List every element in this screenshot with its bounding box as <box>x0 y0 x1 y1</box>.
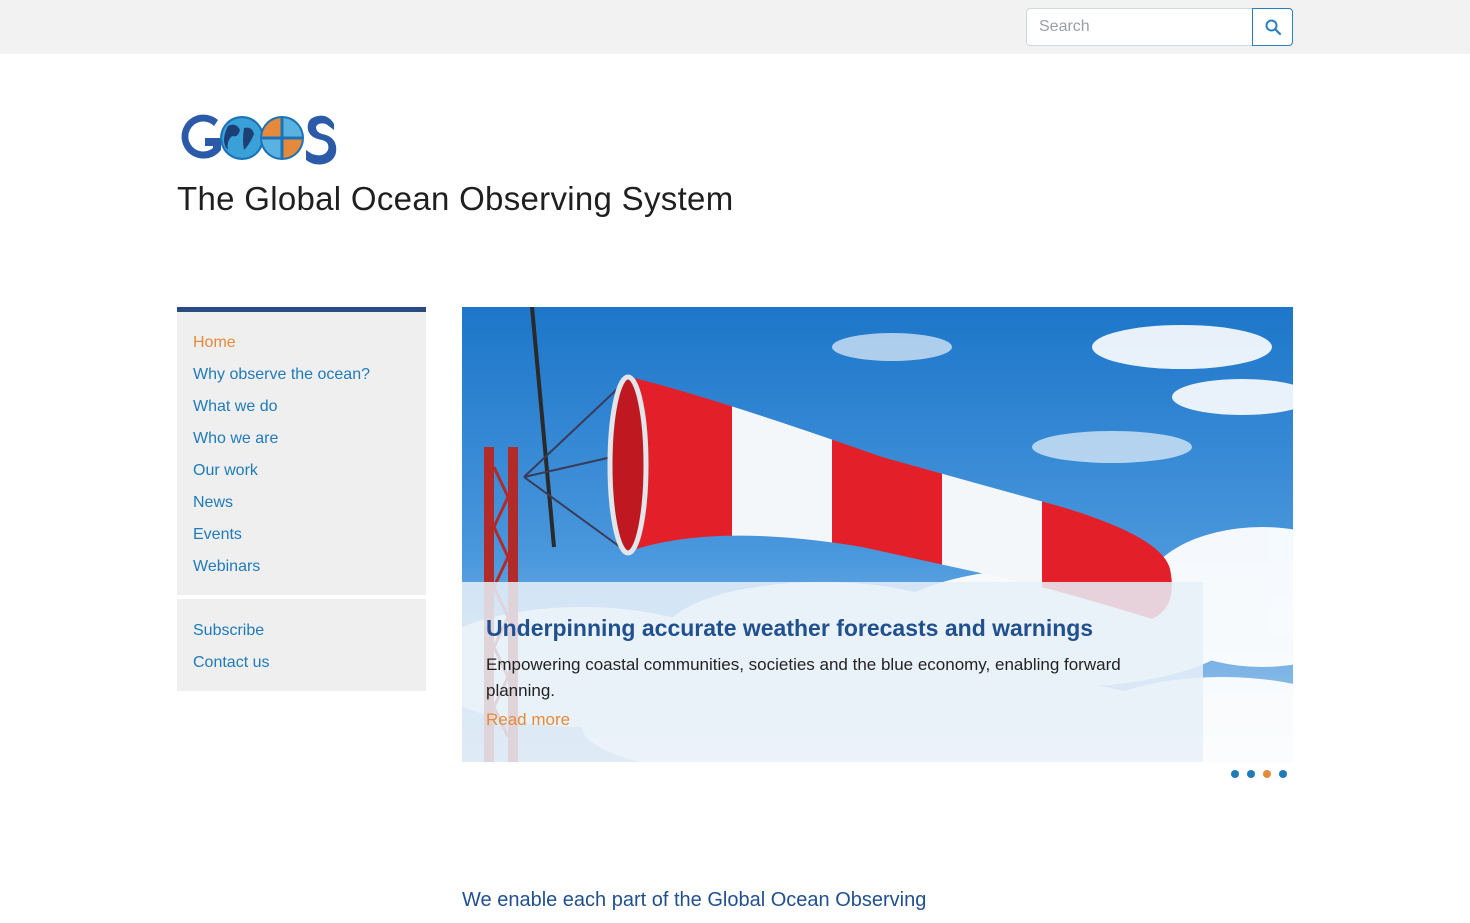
goos-logo[interactable] <box>178 106 338 170</box>
top-bar <box>0 0 1470 54</box>
slider-dot-2[interactable] <box>1247 770 1255 778</box>
slider-dot-4[interactable] <box>1279 770 1287 778</box>
slider-dot-1[interactable] <box>1231 770 1239 778</box>
search-input[interactable] <box>1026 8 1252 46</box>
nav-item-why-observe[interactable]: Why observe the ocean? <box>193 359 410 391</box>
search-icon <box>1265 19 1281 35</box>
secondary-nav: Subscribe Contact us <box>177 599 426 691</box>
search-button[interactable] <box>1252 8 1293 46</box>
nav-item-contact-us[interactable]: Contact us <box>193 647 410 679</box>
nav-item-subscribe[interactable]: Subscribe <box>193 615 410 647</box>
primary-nav: Home Why observe the ocean? What we do W… <box>177 307 426 595</box>
slider-dot-3[interactable] <box>1263 770 1271 778</box>
slider-dots <box>1231 770 1287 778</box>
slide-caption: Underpinning accurate weather forecasts … <box>462 582 1203 762</box>
site-title: The Global Ocean Observing System <box>177 180 734 217</box>
nav-item-what-we-do[interactable]: What we do <box>193 391 410 423</box>
hero-slider[interactable]: Underpinning accurate weather forecasts … <box>462 307 1293 762</box>
slide-text: Empowering coastal communities, societie… <box>486 655 1121 700</box>
nav-item-news[interactable]: News <box>193 487 410 519</box>
sidebar: Home Why observe the ocean? What we do W… <box>177 307 426 691</box>
intro-text: We enable each part of the Global Ocean … <box>462 889 927 911</box>
search-form <box>1026 8 1293 46</box>
nav-item-events[interactable]: Events <box>193 519 410 551</box>
nav-item-who-we-are[interactable]: Who we are <box>193 423 410 455</box>
slide-heading: Underpinning accurate weather forecasts … <box>486 615 1094 641</box>
read-more-link[interactable]: Read more <box>486 710 570 730</box>
nav-item-webinars[interactable]: Webinars <box>193 551 410 583</box>
nav-item-home[interactable]: Home <box>193 327 410 359</box>
nav-item-our-work[interactable]: Our work <box>193 455 410 487</box>
